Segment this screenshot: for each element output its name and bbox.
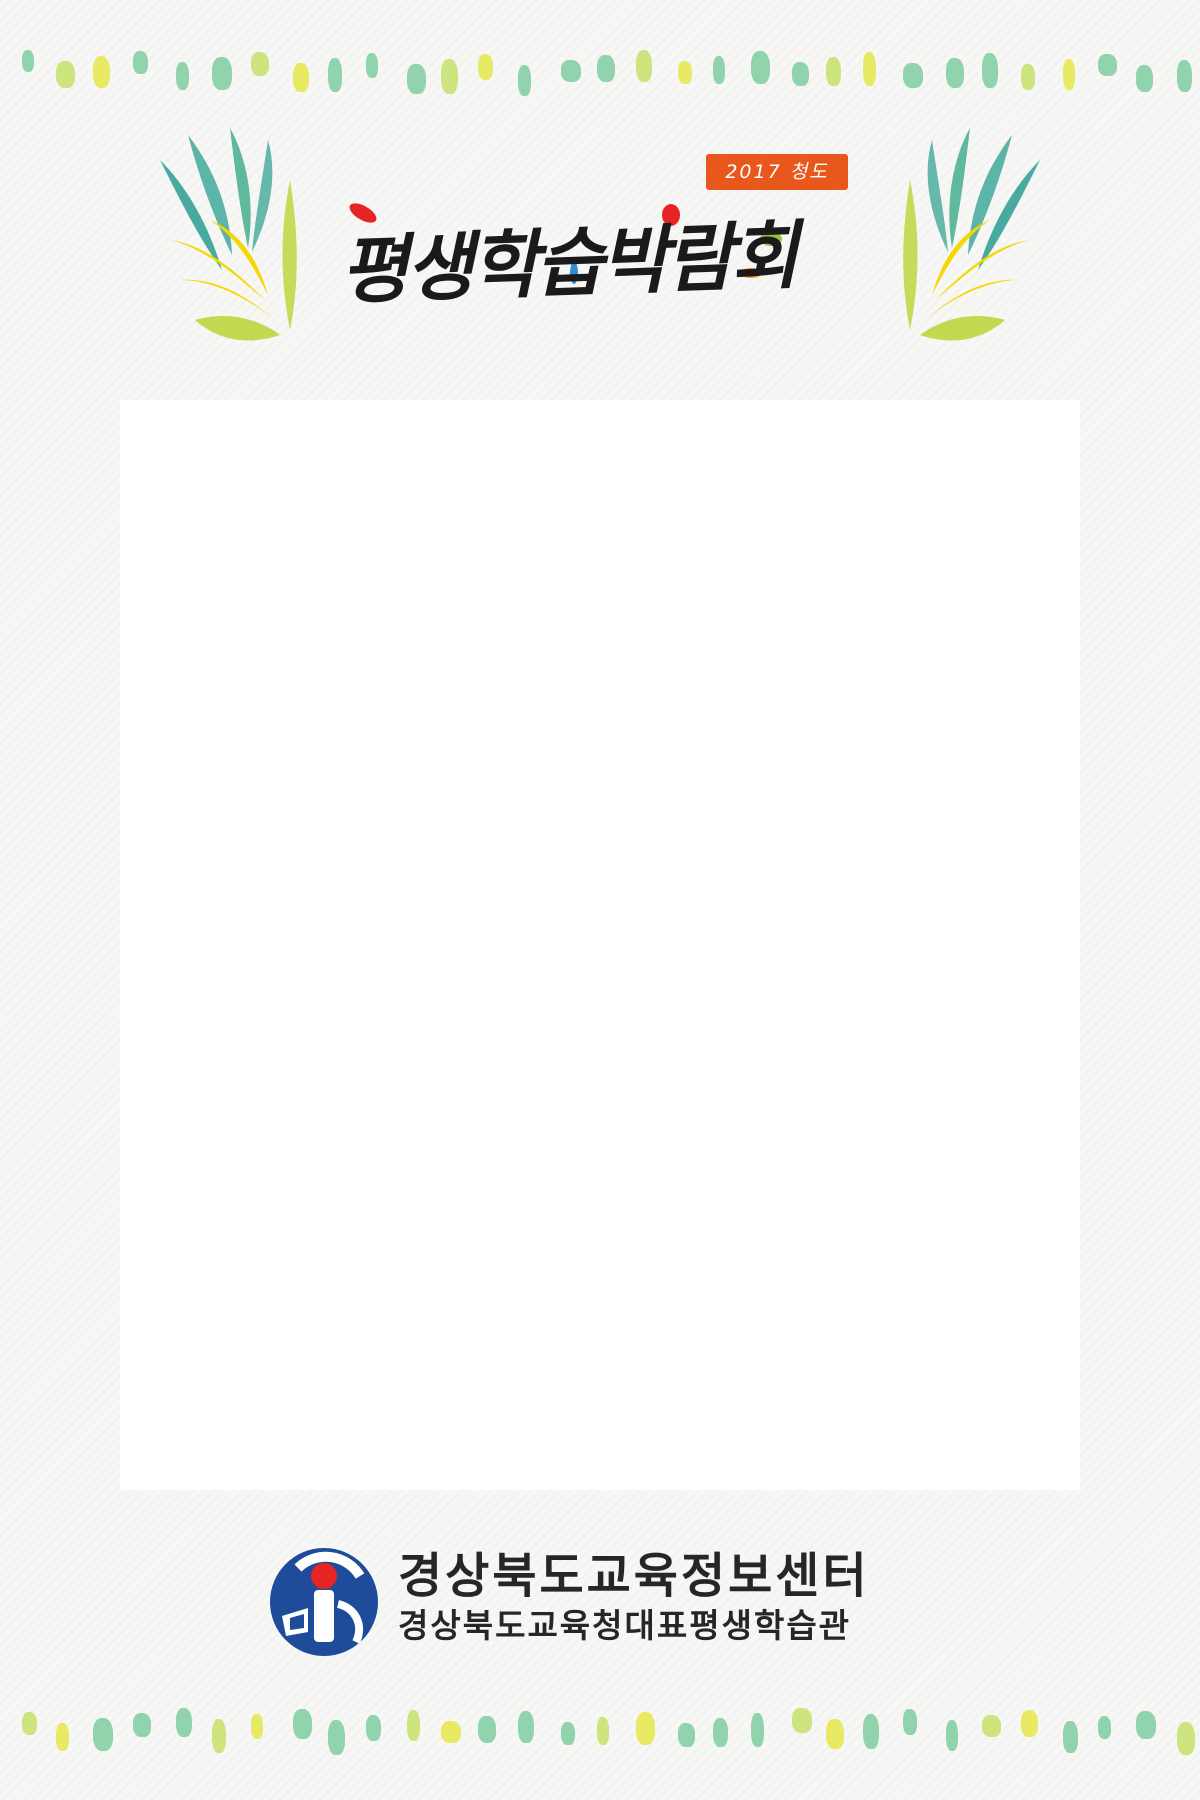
- border-dot: [56, 61, 75, 88]
- top-dot-border: [0, 40, 1200, 100]
- border-dot: [946, 1720, 958, 1751]
- border-dot: [792, 62, 809, 86]
- title-block: 평생학습박람회: [338, 192, 900, 332]
- border-dot: [826, 57, 841, 86]
- border-dot: [1021, 1710, 1038, 1737]
- border-dot: [792, 1708, 812, 1733]
- border-dot: [176, 62, 189, 90]
- border-dot: [366, 1715, 381, 1741]
- border-dot: [751, 51, 770, 84]
- border-dot: [826, 1719, 844, 1749]
- border-dot: [636, 1712, 655, 1745]
- border-dot: [678, 1723, 695, 1747]
- border-dot: [1136, 65, 1153, 92]
- left-leaves-icon: [160, 128, 297, 341]
- border-dot: [22, 1712, 37, 1735]
- border-dot: [863, 52, 876, 86]
- border-dot: [597, 55, 615, 82]
- border-dot: [561, 1722, 575, 1745]
- border-dot: [863, 1714, 879, 1749]
- border-dot: [478, 1716, 496, 1743]
- border-dot: [713, 56, 725, 84]
- border-dot: [93, 1718, 113, 1751]
- org-subtitle: 경상북도교육청대표평생학습관: [398, 1606, 852, 1645]
- border-dot: [1063, 1721, 1078, 1753]
- border-dot: [22, 50, 34, 72]
- org-name: 경상북도교육정보센터: [398, 1548, 870, 1604]
- event-title: 평생학습박람회: [338, 212, 798, 315]
- border-dot: [212, 57, 232, 90]
- border-dot: [478, 54, 493, 80]
- border-dot: [1098, 1716, 1111, 1739]
- border-dot: [518, 1711, 534, 1743]
- year-badge: 2017 청도: [706, 154, 848, 190]
- border-dot: [561, 60, 581, 82]
- border-dot: [251, 52, 269, 76]
- border-dot: [982, 1715, 1001, 1737]
- border-dot: [903, 63, 923, 88]
- border-dot: [407, 1710, 420, 1741]
- border-dot: [176, 1708, 192, 1737]
- border-dot: [1021, 64, 1035, 90]
- education-info-center-logo: [270, 1548, 378, 1656]
- border-dot: [251, 1714, 263, 1739]
- bottom-dot-border: [0, 1698, 1200, 1758]
- border-dot: [518, 65, 531, 96]
- border-dot: [133, 51, 148, 74]
- border-dot: [903, 1709, 917, 1735]
- border-dot: [1136, 1711, 1156, 1739]
- border-dot: [751, 1713, 764, 1747]
- border-dot: [597, 1717, 609, 1745]
- border-dot: [1098, 54, 1117, 76]
- border-dot: [133, 1713, 151, 1737]
- border-dot: [56, 1723, 69, 1751]
- border-dot: [212, 1719, 226, 1753]
- border-dot: [1177, 60, 1192, 92]
- border-dot: [713, 1718, 728, 1747]
- border-dot: [1063, 59, 1075, 90]
- border-dot: [328, 58, 342, 92]
- border-dot: [293, 1709, 312, 1739]
- border-dot: [328, 1720, 345, 1755]
- border-dot: [636, 50, 652, 82]
- border-dot: [441, 59, 458, 94]
- border-dot: [293, 63, 309, 92]
- border-dot: [441, 1721, 461, 1743]
- border-dot: [1177, 1722, 1195, 1755]
- footer-text: 경상북도교육정보센터 경상북도교육청대표평생학습관: [398, 1548, 958, 1648]
- border-dot: [407, 64, 426, 94]
- border-dot: [366, 53, 378, 78]
- header-banner: 2017 청도 평생학습박람회: [140, 120, 1060, 360]
- border-dot: [93, 56, 110, 88]
- content-panel: [120, 400, 1080, 1490]
- border-dot: [946, 58, 964, 88]
- right-leaves-icon: [903, 128, 1040, 341]
- border-dot: [678, 61, 692, 84]
- border-dot: [982, 53, 998, 88]
